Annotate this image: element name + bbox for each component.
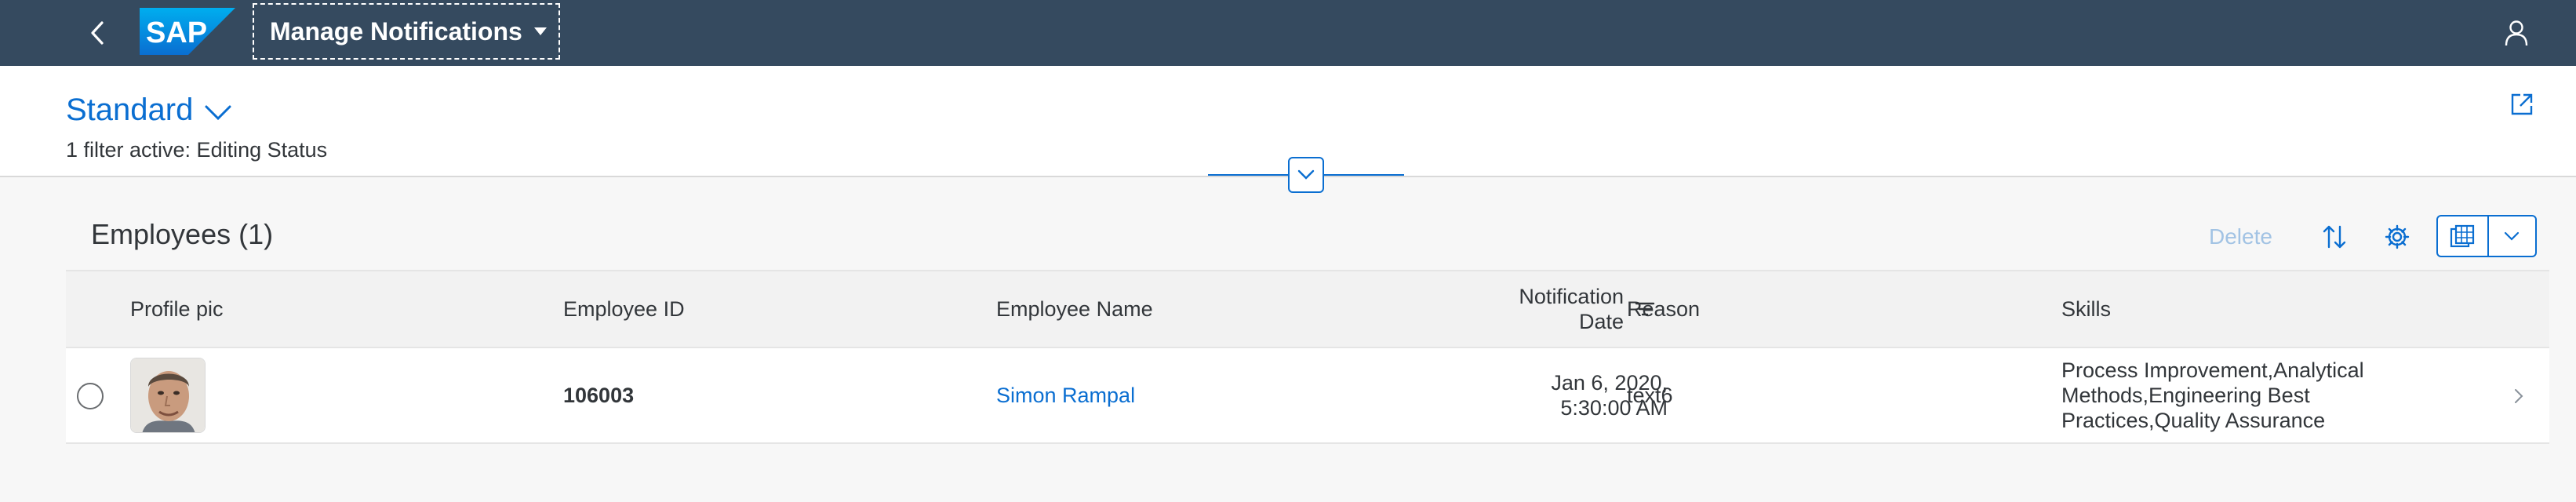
app-title-menu[interactable]: Manage Notifications [253, 3, 560, 60]
app-title: Manage Notifications [270, 16, 522, 45]
export-button[interactable] [2438, 216, 2489, 256]
column-header-reason[interactable]: Reason [1627, 271, 1700, 347]
sap-logo-text: SAP [146, 16, 207, 49]
back-button[interactable] [78, 14, 116, 52]
profile-photo [131, 358, 205, 432]
row-navigation-chevron[interactable] [2507, 384, 2531, 408]
back-arrow-icon [91, 21, 104, 45]
column-header-notification-date[interactable]: Notification Date [1384, 271, 1655, 347]
caret-down-icon [533, 27, 547, 35]
sap-logo[interactable]: SAP [140, 8, 235, 55]
variant-selector[interactable]: Standard [66, 93, 232, 128]
chevron-down-icon [205, 105, 231, 120]
delete-button[interactable]: Delete [2209, 224, 2272, 249]
export-icon [2450, 224, 2475, 248]
column-header-employee-name[interactable]: Employee Name [996, 271, 1153, 347]
column-header-profile-pic[interactable]: Profile pic [130, 271, 224, 347]
chevron-right-icon [2515, 389, 2523, 403]
variant-name: Standard [66, 93, 194, 127]
employee-id-cell: 106003 [563, 383, 635, 407]
collapse-header-button[interactable] [1288, 157, 1324, 193]
column-header-employee-id[interactable]: Employee ID [563, 271, 685, 347]
skills-cell: Process Improvement,Analytical Methods,E… [2061, 348, 2454, 442]
share-button[interactable] [2502, 85, 2541, 124]
column-header-notification-date-line2: Date [1578, 310, 1624, 333]
shell-bar: SAP Manage Notifications [0, 0, 2576, 66]
share-icon [2511, 93, 2533, 115]
chevron-down-icon [2505, 231, 2520, 241]
notification-date-cell: Jan 6, 2020, 5:30:00 AM [1384, 348, 1668, 442]
table-header-row: Profile pic Employee ID Employee Name No… [66, 270, 2549, 348]
skills-line1: Process Improvement,Analytical [2061, 358, 2364, 382]
avatar [130, 358, 206, 433]
skills-line2: Methods,Engineering Best [2061, 384, 2310, 407]
table-title: Employees (1) [91, 218, 274, 250]
table-row[interactable]: 106003 Simon Rampal Jan 6, 2020, 5:30:00… [66, 348, 2549, 444]
export-split-button [2436, 215, 2537, 257]
chevron-down-icon [1297, 169, 1315, 180]
export-menu-button[interactable] [2489, 216, 2535, 256]
row-select-radio[interactable] [77, 383, 104, 409]
sort-icon [2323, 225, 2346, 249]
employees-table: Employees (1) Delete Profile pic Employe… [66, 196, 2549, 444]
column-header-notification-date-line1: Notification [1519, 285, 1624, 308]
sort-button[interactable] [2314, 216, 2355, 257]
column-header-skills[interactable]: Skills [2061, 271, 2111, 347]
skills-line3: Practices,Quality Assurance [2061, 409, 2326, 432]
reason-cell: text6 [1627, 383, 1673, 407]
filter-info: 1 filter active: Editing Status [66, 138, 328, 162]
settings-button[interactable] [2377, 216, 2418, 257]
user-icon [2505, 20, 2528, 46]
employee-name-link[interactable]: Simon Rampal [996, 348, 1135, 442]
table-toolbar: Employees (1) Delete [66, 196, 2549, 270]
settings-icon [2385, 224, 2410, 249]
user-menu-button[interactable] [2498, 14, 2535, 52]
